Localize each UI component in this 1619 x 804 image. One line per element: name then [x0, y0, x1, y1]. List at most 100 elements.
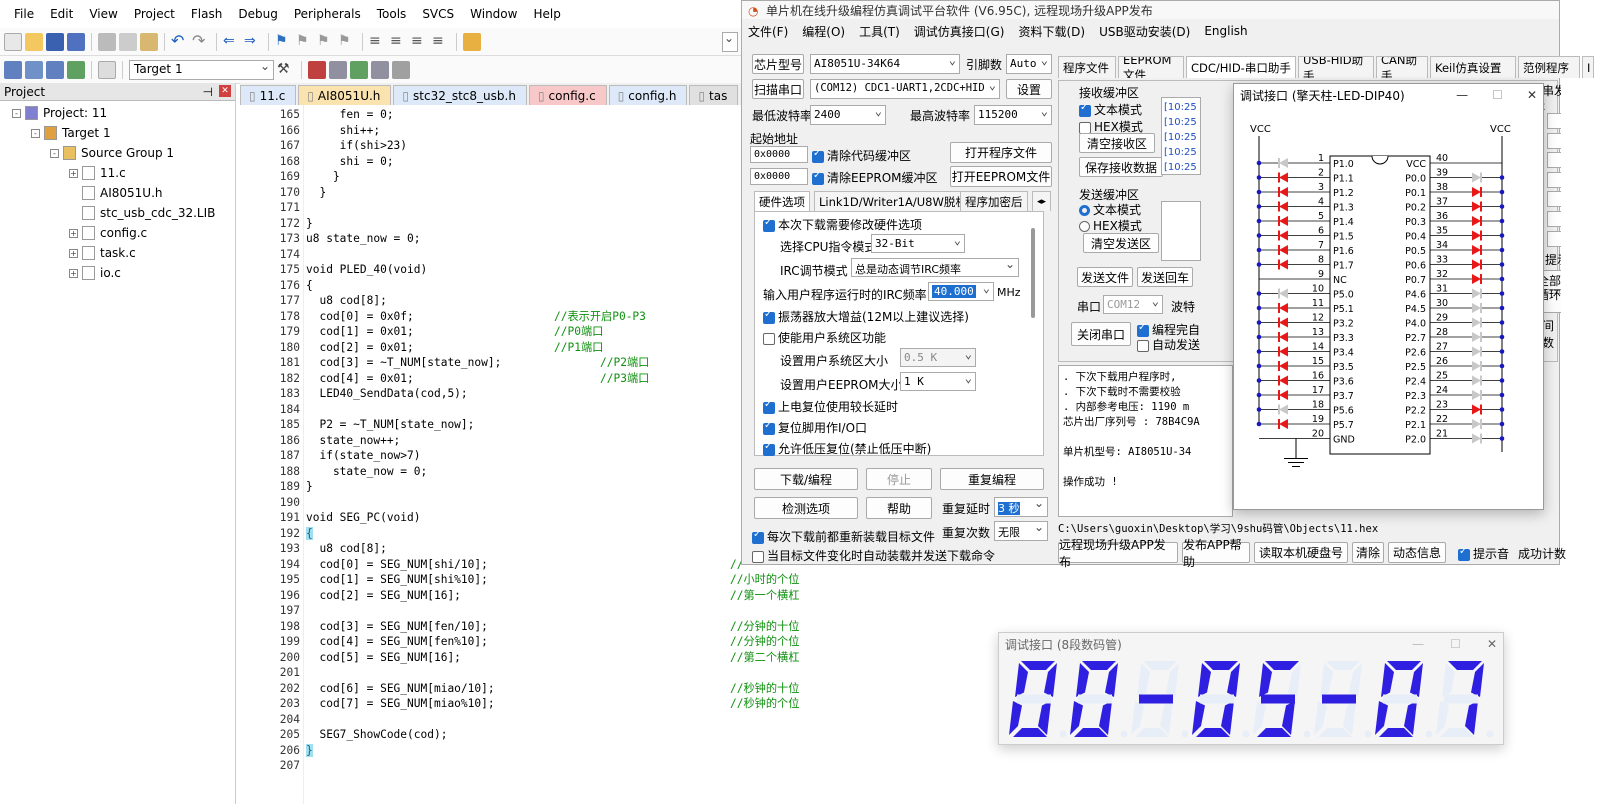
right-tab[interactable]: 程序文件 [1058, 56, 1116, 78]
options-for-target-icon[interactable]: ⚒ [277, 61, 295, 79]
max-baud-select[interactable]: 115200 [974, 105, 1052, 125]
find-in-files-icon[interactable] [463, 32, 481, 51]
stc-menu-item[interactable]: 调试仿真接口(G) [914, 23, 1005, 40]
tree-item[interactable]: - Project: 11 [0, 103, 235, 123]
redo-icon[interactable]: ↷ [192, 32, 210, 51]
min-baud-select[interactable]: 2400 [810, 105, 886, 125]
send-cr-button[interactable]: 发送回车 [1137, 267, 1193, 287]
need-modify-check[interactable]: 本次下载需要修改硬件选项 [763, 216, 922, 233]
count-select[interactable]: 无限 [994, 521, 1048, 541]
tree-item[interactable]: + io.c [0, 263, 235, 283]
expand-toggle-icon[interactable]: + [69, 228, 78, 238]
stc-menu-item[interactable]: 编程(O) [802, 23, 845, 40]
scan-port-button[interactable]: 扫描串口 [752, 79, 804, 99]
tree-item[interactable]: +11.c [0, 163, 235, 183]
right-tab[interactable]: I [1582, 56, 1594, 78]
stc-menu-item[interactable]: 工具(T) [859, 23, 900, 40]
uncomment-icon[interactable]: ≡ [432, 33, 450, 51]
send-text-radio[interactable]: 文本模式 [1079, 201, 1141, 218]
ide-menu-tools[interactable]: Tools [369, 7, 415, 21]
reload-check[interactable]: 每次下载前都重新装载目标文件 [752, 528, 935, 545]
ide-menu-svcs[interactable]: SVCS [414, 7, 462, 21]
chip-model-select[interactable]: AI8051U-34K64 [810, 54, 960, 74]
close-icon[interactable]: ✕ [1527, 88, 1537, 102]
ide-menu-peripherals[interactable]: Peripherals [286, 7, 369, 21]
save-icon[interactable] [46, 32, 64, 51]
bottom-button[interactable]: 清除 [1352, 542, 1384, 563]
save-recv-button[interactable]: 保存接收数据 [1079, 157, 1163, 177]
right-tab[interactable]: EEPROM文件 [1118, 56, 1184, 78]
tree-item[interactable]: - Source Group 1 [0, 143, 235, 163]
beep-check[interactable]: 提示音 [1458, 545, 1509, 562]
pack-installer-icon[interactable] [371, 60, 389, 79]
tree-item[interactable]: - Target 1 [0, 123, 235, 143]
ide-menu-help[interactable]: Help [525, 7, 568, 21]
tree-item[interactable]: + task.c [0, 243, 235, 263]
pin-icon[interactable]: ⊣ [203, 85, 213, 99]
ide-menu-project[interactable]: Project [126, 7, 183, 21]
translate-icon[interactable] [4, 60, 22, 79]
hw-scrollbar[interactable] [1031, 228, 1035, 318]
ide-menu-file[interactable]: File [6, 7, 42, 21]
ide-menu-debug[interactable]: Debug [230, 7, 285, 21]
chip-model-button[interactable]: 芯片型号 [752, 54, 804, 74]
check-options-button[interactable]: 检测选项 [754, 497, 858, 519]
seg-close-icon[interactable]: ✕ [1487, 637, 1497, 651]
select-packs-icon[interactable] [392, 60, 410, 79]
port2-select[interactable]: COM12 [1103, 295, 1163, 314]
close-panel-icon[interactable]: ✕ [219, 84, 231, 97]
delay-select[interactable]: 3 秒 [994, 497, 1048, 517]
comment-icon[interactable]: ≡ [411, 33, 429, 51]
nav-back-icon[interactable]: ⇐ [223, 33, 241, 51]
send-textarea[interactable] [1161, 201, 1201, 261]
clear-eeprom-check[interactable]: 清除EEPROM缓冲区 [812, 169, 938, 186]
irc-freq-input[interactable]: 40.000 [928, 282, 994, 301]
rebuild-icon[interactable] [46, 60, 64, 79]
irc-mode-select[interactable]: 总是动态调节IRC频率 [851, 258, 1019, 277]
build-icon[interactable] [25, 60, 43, 79]
expand-toggle-icon[interactable]: + [69, 268, 78, 278]
editor-tab[interactable]: ▯ config.c [528, 85, 607, 105]
maximize-icon[interactable]: ☐ [1492, 88, 1503, 102]
expand-toggle-icon[interactable]: + [69, 168, 78, 178]
nav-forward-icon[interactable]: ⇒ [244, 33, 262, 51]
right-tab[interactable]: CAN助手 [1376, 56, 1428, 78]
editor-tab[interactable]: ▯ stc32_stc8_usb.h [393, 85, 527, 105]
repeat-program-button[interactable]: 重复编程 [940, 468, 1044, 490]
right-tab[interactable]: USB-HID助手 [1298, 56, 1374, 78]
low-volt-check[interactable]: 允许低压复位(禁止低压中断) [763, 440, 931, 457]
clear-send-button[interactable]: 清空发送区 [1083, 233, 1159, 253]
cpu-mode-select[interactable]: 32-Bit [871, 234, 965, 253]
code-addr-input[interactable]: 0x0000 [750, 146, 808, 163]
multi-row-input[interactable] [1547, 211, 1561, 227]
seg-maximize-icon[interactable]: ☐ [1450, 637, 1461, 651]
hw-tab[interactable]: Link1D/Writer1A/U8W脱机 [814, 191, 972, 211]
indent-icon[interactable]: ≡ [369, 33, 387, 51]
editor-tab[interactable]: ▯ config.h [608, 85, 688, 105]
bottom-button[interactable]: 远程现场升级APP发布 [1058, 538, 1178, 569]
right-tab[interactable]: 范例程序 [1518, 56, 1580, 78]
load-icon[interactable] [98, 60, 116, 79]
eeprom-addr-input[interactable]: 0x0000 [750, 168, 808, 185]
minimize-icon[interactable]: — [1456, 88, 1468, 102]
close-port-button[interactable]: 关闭串口 [1071, 322, 1131, 346]
text-mode-check[interactable]: 文本模式 [1079, 101, 1142, 118]
new-file-icon[interactable] [4, 32, 22, 51]
tree-item[interactable]: stc_usb_cdc_32.LIB [0, 203, 235, 223]
clear-code-check[interactable]: 清除代码缓冲区 [812, 147, 911, 164]
tab-scroll-arrows-icon[interactable]: ◂▸ [1032, 191, 1052, 211]
save-all-icon[interactable] [67, 32, 85, 51]
stc-menu-item[interactable]: USB驱动安装(D) [1099, 23, 1190, 40]
bookmark-prev-icon[interactable]: ⚑ [296, 33, 314, 51]
find-combo[interactable] [722, 31, 738, 52]
multi-row-input[interactable] [1547, 171, 1561, 188]
log-output[interactable]: . 下次下载用户程序时, . 下次下载时不需要校验 . 内部参考电压: 1190 m… [1058, 365, 1233, 517]
manage-components-icon[interactable] [308, 60, 326, 79]
cut-icon[interactable] [98, 32, 116, 51]
send-file-button[interactable]: 发送文件 [1077, 267, 1133, 287]
tree-item[interactable]: + config.c [0, 223, 235, 243]
user-sys-check[interactable]: 使能用户系统区功能 [763, 329, 886, 346]
clear-recv-button[interactable]: 清空接收区 [1079, 133, 1155, 153]
editor-tab[interactable]: ▯ AI8051U.h [298, 85, 392, 105]
undo-icon[interactable]: ↶ [171, 32, 189, 51]
